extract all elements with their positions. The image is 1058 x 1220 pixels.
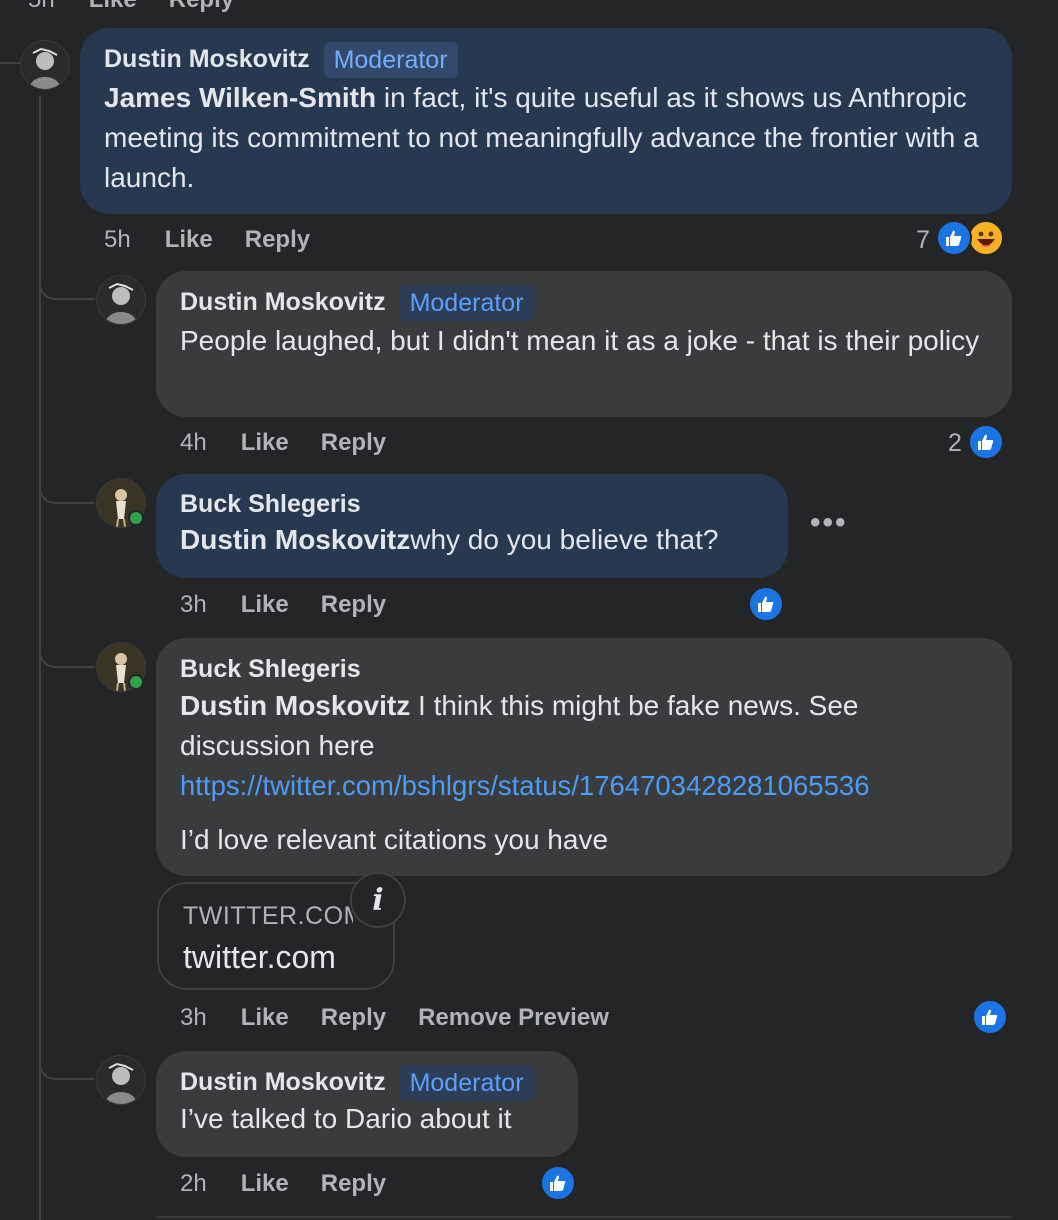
- preview-title: twitter.com: [183, 939, 336, 975]
- avatar[interactable]: [20, 40, 70, 90]
- comment-text: I’ve talked to Dario about it: [180, 1103, 512, 1135]
- avatar[interactable]: [96, 275, 146, 325]
- reaction-count[interactable]: 7: [916, 226, 930, 255]
- mention-link[interactable]: James Wilken-Smith: [104, 82, 376, 113]
- comment-author[interactable]: Buck Shlegeris: [180, 652, 988, 686]
- like-icon[interactable]: [972, 999, 1008, 1035]
- reply-button[interactable]: Reply: [321, 429, 386, 456]
- reply-button[interactable]: Reply: [321, 591, 386, 618]
- reply-button[interactable]: Reply: [321, 1004, 386, 1031]
- comment-author[interactable]: Dustin Moskovitz Moderator: [180, 285, 988, 322]
- comment-text: James Wilken-Smith in fact, it's quite u…: [104, 82, 979, 194]
- divider: [156, 1216, 1012, 1218]
- comment-actions: 5h Like Reply: [104, 226, 342, 254]
- comment-time[interactable]: 5h: [104, 226, 131, 253]
- mention-link[interactable]: Dustin Moskovitz: [180, 524, 410, 555]
- comment-author[interactable]: Dustin Moskovitz Moderator: [180, 1065, 554, 1102]
- thread-connector: [39, 1036, 95, 1080]
- thread-connector: [39, 260, 95, 300]
- thread-line-left: [0, 62, 20, 64]
- comment-actions: 4h Like Reply: [180, 429, 418, 457]
- thread-connector: [39, 624, 95, 668]
- comment-time[interactable]: 3h: [180, 591, 207, 618]
- comment-author[interactable]: Dustin Moskovitz Moderator: [104, 42, 988, 79]
- info-icon[interactable]: i: [350, 872, 406, 928]
- like-button[interactable]: Like: [241, 1170, 289, 1197]
- haha-icon[interactable]: [968, 220, 1004, 256]
- more-options-icon[interactable]: •••: [810, 506, 848, 540]
- like-icon[interactable]: [968, 424, 1004, 460]
- mention-link[interactable]: Dustin Moskovitz: [180, 690, 410, 721]
- online-status-indicator: [128, 674, 144, 690]
- comment-time[interactable]: 2h: [180, 1170, 207, 1197]
- comment-time[interactable]: 3h: [180, 1004, 207, 1031]
- comment-bubble: Dustin Moskovitz Moderator I’ve talked to…: [156, 1051, 578, 1157]
- previous-comment-meta: 5h Like Reply: [28, 0, 266, 14]
- comment-text: People laughed, but I didn't mean it as …: [180, 325, 980, 357]
- comment-time: 5h: [28, 0, 55, 13]
- like-button[interactable]: Like: [165, 226, 213, 253]
- avatar[interactable]: [96, 1055, 146, 1105]
- preview-domain: TWITTER.COM: [183, 902, 353, 930]
- comment-text: Dustin Moskovitz I think this might be f…: [180, 690, 859, 761]
- comment-actions: 3h Like Reply Remove Preview: [180, 1004, 641, 1032]
- comment-bubble: Buck Shlegeris Dustin Moskovitz I think …: [156, 638, 1012, 876]
- comment-bubble: Dustin Moskovitz Moderator People laughed…: [156, 271, 1012, 417]
- comment-actions: 3h Like Reply: [180, 591, 418, 619]
- thread-connector: [39, 462, 95, 504]
- like-icon[interactable]: [540, 1165, 576, 1201]
- comment-actions: 2h Like Reply: [180, 1170, 418, 1198]
- comment-time[interactable]: 4h: [180, 429, 207, 456]
- like-button[interactable]: Like: [89, 0, 137, 13]
- reaction-count[interactable]: 2: [948, 429, 962, 458]
- online-status-indicator: [128, 510, 144, 526]
- like-icon[interactable]: [936, 220, 972, 256]
- comment-author[interactable]: Buck Shlegeris: [180, 488, 764, 520]
- like-button[interactable]: Like: [241, 429, 289, 456]
- moderator-badge: Moderator: [399, 1065, 534, 1102]
- comment-text: Dustin Moskovitzwhy do you believe that?: [180, 524, 719, 555]
- comment-text: I’d love relevant citations you have: [180, 824, 609, 855]
- like-icon[interactable]: [748, 586, 784, 622]
- reply-button[interactable]: Reply: [245, 226, 310, 253]
- reply-button[interactable]: Reply: [321, 1170, 386, 1197]
- comment-bubble: Buck Shlegeris Dustin Moskovitzwhy do yo…: [156, 474, 788, 578]
- reply-button[interactable]: Reply: [169, 0, 234, 13]
- remove-preview-button[interactable]: Remove Preview: [418, 1004, 609, 1031]
- comment-bubble: Dustin Moskovitz Moderator James Wilken-S…: [80, 28, 1012, 214]
- like-button[interactable]: Like: [241, 591, 289, 618]
- moderator-badge: Moderator: [399, 285, 534, 322]
- url-link[interactable]: https://twitter.com/bshlgrs/status/17647…: [180, 766, 988, 806]
- moderator-badge: Moderator: [323, 42, 458, 79]
- like-button[interactable]: Like: [241, 1004, 289, 1031]
